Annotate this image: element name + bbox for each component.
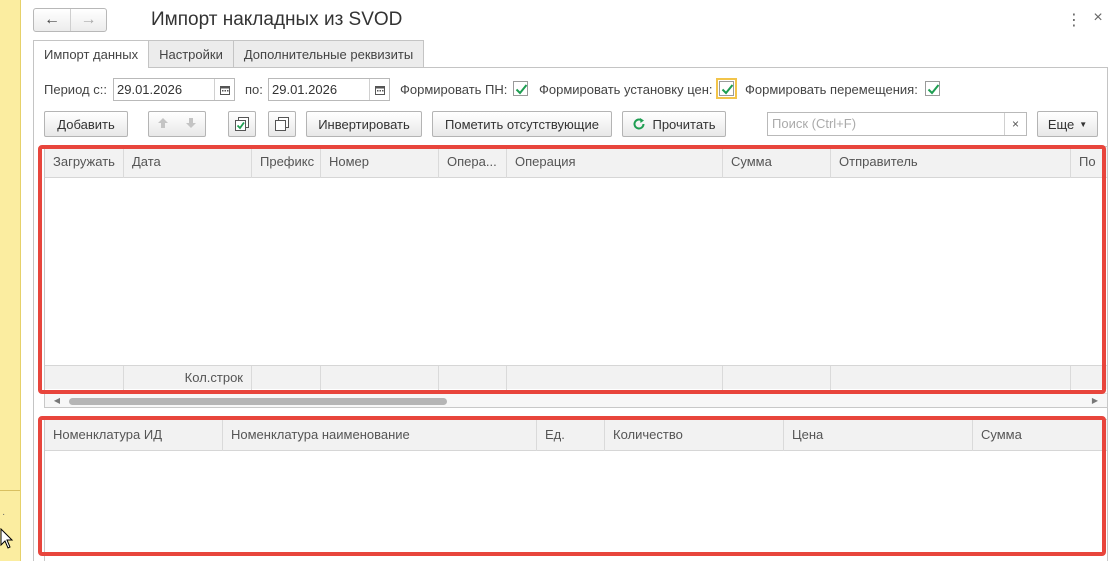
dropdown-arrow-icon: ▼ (1079, 119, 1088, 129)
add-button[interactable]: Добавить (44, 111, 128, 137)
checkmark-icon (515, 84, 528, 95)
forward-arrow-icon[interactable]: → (69, 9, 106, 31)
footer-cell (321, 366, 439, 390)
form-moves-label: Формировать перемещения: (745, 82, 918, 97)
footer-cell (252, 366, 321, 390)
search-placeholder[interactable]: Поиск (Ctrl+F) (768, 113, 1004, 135)
footer-cell (507, 366, 723, 390)
read-button-label: Прочитать (652, 116, 716, 132)
tab-import-data[interactable]: Импорт данных (33, 40, 150, 68)
tab-additional-attributes[interactable]: Дополнительные реквизиты (232, 40, 425, 67)
left-strip-divider (0, 490, 20, 491)
form-prices-label: Формировать установку цен: (539, 82, 713, 97)
column-header-price[interactable]: Цена (784, 420, 973, 451)
move-up-icon[interactable] (157, 117, 169, 132)
invoices-table-header: Загружать Дата Префикс Номер Опера... Оп… (45, 147, 1107, 178)
close-icon[interactable]: × (1091, 9, 1105, 27)
mouse-cursor-icon (0, 528, 14, 549)
period-from-field[interactable]: 29.01.2026 (113, 78, 235, 101)
scroll-right-icon[interactable]: ▶ (1089, 394, 1101, 407)
column-header-item-name[interactable]: Номенклатура наименование (223, 420, 537, 451)
period-to-value[interactable]: 29.01.2026 (269, 79, 369, 100)
footer-cell (45, 366, 124, 390)
footer-cell (439, 366, 507, 390)
read-button[interactable]: Прочитать (622, 111, 726, 137)
items-table-header: Номенклатура ИД Номенклатура наименовани… (45, 420, 1107, 451)
column-header-recipient[interactable]: По (1071, 147, 1107, 178)
form-moves-checkbox[interactable] (925, 81, 940, 96)
scrollbar-thumb[interactable] (69, 398, 447, 405)
column-header-operation-code[interactable]: Опера... (439, 147, 507, 178)
move-down-icon[interactable] (185, 117, 197, 132)
clear-search-icon[interactable]: × (1004, 113, 1026, 135)
footer-cell (1071, 366, 1107, 390)
uncheck-all-icon (275, 117, 289, 131)
page-title: Импорт накладных из SVOD (151, 9, 403, 30)
column-header-number[interactable]: Номер (321, 147, 439, 178)
period-from-value[interactable]: 29.01.2026 (114, 79, 214, 100)
checkmark-icon (721, 84, 734, 95)
form-pn-checkbox[interactable] (513, 81, 528, 96)
form-pn-label: Формировать ПН: (400, 82, 508, 97)
form-tabs: Импорт данных Настройки Дополнительные р… (33, 40, 425, 68)
column-header-unit[interactable]: Ед. (537, 420, 605, 451)
back-arrow-icon[interactable]: ← (34, 9, 70, 31)
form-prices-checkbox[interactable] (716, 78, 737, 99)
scroll-left-icon[interactable]: ◀ (51, 394, 63, 407)
search-input[interactable]: Поиск (Ctrl+F) × (767, 112, 1027, 136)
column-header-date[interactable]: Дата (124, 147, 252, 178)
period-to-field[interactable]: 29.01.2026 (268, 78, 390, 101)
row-count-label: Кол.строк (124, 366, 252, 390)
tab-settings[interactable]: Настройки (148, 40, 234, 67)
refresh-icon (633, 118, 645, 130)
column-header-quantity[interactable]: Количество (605, 420, 784, 451)
horizontal-scrollbar[interactable]: ◀ ▶ (45, 393, 1107, 407)
column-header-load[interactable]: Загружать (45, 147, 124, 178)
more-button[interactable]: Еще ▼ (1037, 111, 1098, 137)
column-header-item-sum[interactable]: Сумма (973, 420, 1107, 451)
move-buttons (148, 111, 206, 137)
column-header-sender[interactable]: Отправитель (831, 147, 1071, 178)
column-header-prefix[interactable]: Префикс (252, 147, 321, 178)
period-to-label: по: (245, 82, 263, 97)
period-from-label: Период с:: (44, 82, 107, 97)
column-header-item-id[interactable]: Номенклатура ИД (45, 420, 223, 451)
more-button-label: Еще (1047, 116, 1075, 132)
check-all-icon (235, 117, 249, 131)
left-panel-strip: · (0, 0, 21, 561)
column-header-sum[interactable]: Сумма (723, 147, 831, 178)
screen: · ← → Импорт накладных из SVOD ⋮ × Импор… (0, 0, 1113, 561)
uncheck-all-button[interactable] (268, 111, 296, 137)
invert-button[interactable]: Инвертировать (306, 111, 422, 137)
calendar-icon[interactable] (214, 79, 234, 100)
check-all-button[interactable] (228, 111, 256, 137)
checkmark-icon (927, 84, 940, 95)
footer-cell (723, 366, 831, 390)
left-strip-dot: · (2, 509, 6, 520)
calendar-icon[interactable] (369, 79, 389, 100)
more-menu-icon[interactable]: ⋮ (1066, 10, 1082, 30)
items-table[interactable]: Номенклатура ИД Номенклатура наименовани… (44, 419, 1108, 561)
column-header-operation[interactable]: Операция (507, 147, 723, 178)
mark-missing-button[interactable]: Пометить отсутствующие (432, 111, 612, 137)
invoices-table[interactable]: Загружать Дата Префикс Номер Опера... Оп… (44, 146, 1108, 408)
navigation-buttons: ← → (33, 8, 107, 32)
import-form: ← → Импорт накладных из SVOD ⋮ × Импорт … (22, 0, 1113, 561)
invoices-table-footer: Кол.строк (45, 365, 1107, 390)
footer-cell (831, 366, 1071, 390)
